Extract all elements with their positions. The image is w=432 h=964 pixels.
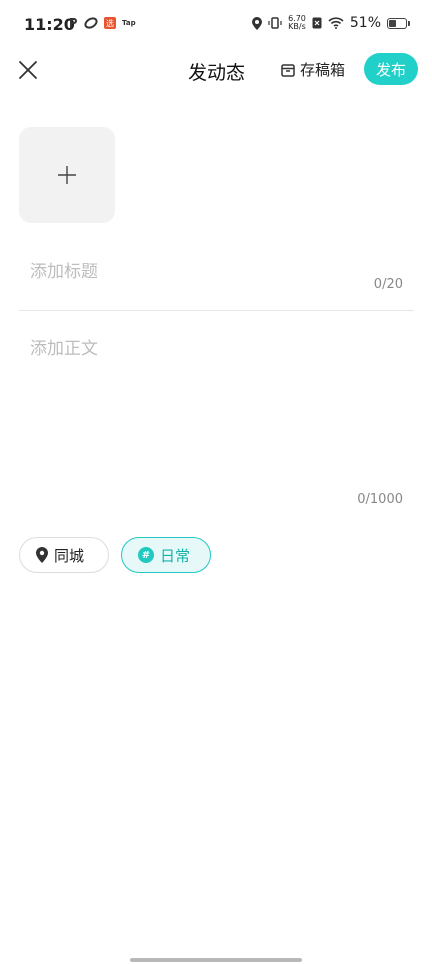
p-app-icon bbox=[70, 18, 77, 28]
location-icon bbox=[252, 16, 263, 30]
network-speed: 6.70 KB/s bbox=[288, 14, 306, 31]
body-char-count: 0/1000 bbox=[357, 492, 403, 507]
drafts-box-icon bbox=[281, 63, 295, 77]
battery-icon bbox=[387, 17, 410, 29]
notification-icons: 选 Tap bbox=[68, 17, 136, 29]
city-tag-label: 同城 bbox=[54, 546, 85, 565]
daily-tag-button[interactable]: # 日常 bbox=[121, 537, 211, 573]
status-bar: 11:20 选 Tap 6.70 KB/s 51% bbox=[0, 0, 432, 50]
close-button[interactable] bbox=[16, 58, 40, 82]
wifi-icon bbox=[328, 17, 344, 29]
home-indicator[interactable] bbox=[130, 958, 302, 962]
link-app-icon bbox=[84, 17, 98, 29]
publish-button[interactable]: 发布 bbox=[364, 53, 418, 85]
drafts-label: 存稿箱 bbox=[300, 61, 346, 79]
drafts-button[interactable]: 存稿箱 bbox=[280, 59, 345, 80]
tap-app-icon: Tap bbox=[122, 19, 136, 27]
title-input[interactable] bbox=[30, 258, 360, 286]
location-pin-icon bbox=[36, 547, 48, 563]
header: 发动态 存稿箱 发布 bbox=[0, 50, 432, 90]
system-indicators: 6.70 KB/s 51% bbox=[252, 15, 410, 31]
add-image-button[interactable] bbox=[19, 127, 115, 223]
divider bbox=[19, 310, 414, 311]
close-icon bbox=[19, 61, 37, 79]
battery-percent: 51% bbox=[349, 15, 381, 31]
hashtag-icon: # bbox=[138, 547, 154, 563]
city-tag-button[interactable]: 同城 bbox=[19, 537, 109, 573]
page-title: 发动态 bbox=[188, 62, 246, 84]
shopping-app-icon: 选 bbox=[104, 17, 116, 29]
sim-off-icon bbox=[312, 17, 322, 29]
vibrate-icon bbox=[268, 17, 282, 29]
title-char-count: 0/20 bbox=[373, 277, 403, 292]
plus-icon bbox=[58, 166, 76, 184]
daily-tag-label: 日常 bbox=[160, 546, 191, 565]
body-input[interactable] bbox=[30, 334, 402, 484]
